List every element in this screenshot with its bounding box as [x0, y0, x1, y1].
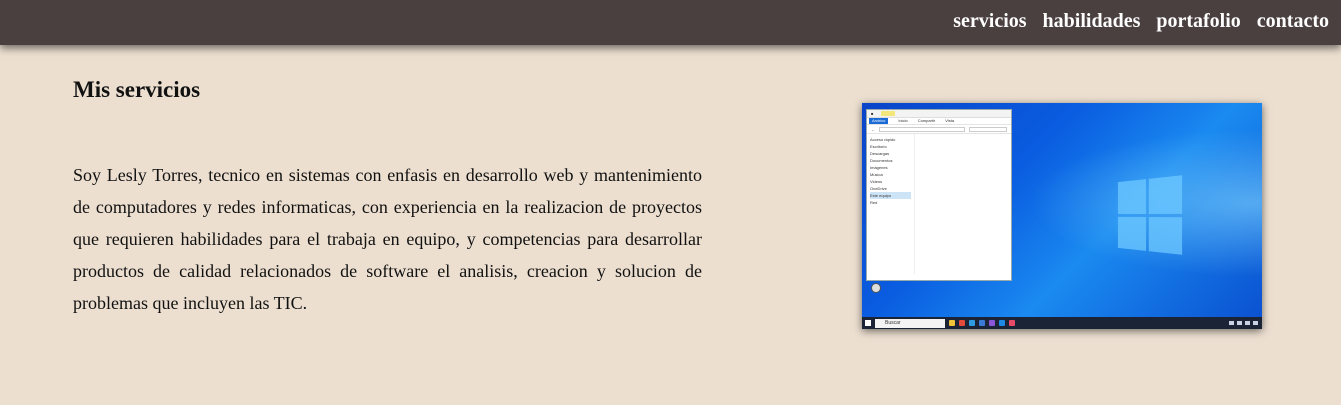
- start-icon: [865, 320, 871, 326]
- pane-item: Imágenes: [870, 165, 888, 170]
- pane-item: Escritorio: [870, 144, 887, 149]
- windows-logo-icon: [1117, 175, 1183, 255]
- pane-item: Este equipo: [870, 192, 911, 199]
- vscode-icon: [999, 320, 1005, 326]
- ribbon-tab-home: Inicio: [898, 118, 908, 123]
- main-nav: servicios habilidades portafolio contact…: [953, 9, 1329, 33]
- chrome-icon: [959, 320, 965, 326]
- nav-link-portafolio[interactable]: portafolio: [1156, 9, 1240, 33]
- back-arrow-icon: ←: [871, 126, 875, 132]
- top-navbar: servicios habilidades portafolio contact…: [0, 0, 1341, 45]
- nav-link-habilidades[interactable]: habilidades: [1043, 9, 1141, 33]
- explorer-search-box: [969, 126, 1007, 132]
- explorer-address-bar: ←: [867, 125, 1011, 134]
- store-icon: [979, 320, 985, 326]
- explorer-ribbon: Archivo Inicio Compartir Vista: [867, 118, 1011, 125]
- pane-item: Música: [870, 172, 883, 177]
- pane-item: Descargas: [870, 151, 890, 156]
- windows-taskbar: Buscar: [862, 317, 1262, 329]
- services-description: Soy Lesly Torres, tecnico en sistemas co…: [73, 165, 702, 313]
- nav-link-contacto[interactable]: contacto: [1257, 9, 1329, 33]
- ribbon-tab-share: Compartir: [917, 118, 936, 123]
- system-tray: [1229, 321, 1258, 325]
- pane-item: OneDrive: [870, 186, 887, 191]
- explorer-body: Acceso rápido Escritorio Descargas Docum…: [867, 134, 1011, 274]
- section-title: Mis servicios: [73, 77, 201, 102]
- pane-item: Documentos: [870, 158, 893, 163]
- app-icon: [1009, 320, 1015, 326]
- folder-icon: [949, 320, 955, 326]
- edge-icon: [969, 320, 975, 326]
- ribbon-tab-file: Archivo: [869, 118, 889, 124]
- file-explorer-window: ■ Archivo Inicio Compartir Vista ← Acces…: [866, 109, 1012, 281]
- pane-item: Acceso rápido: [870, 137, 896, 142]
- recycle-bin-icon: [871, 283, 881, 293]
- windows-desktop-screenshot: ■ Archivo Inicio Compartir Vista ← Acces…: [862, 103, 1262, 329]
- nav-link-servicios[interactable]: servicios: [953, 9, 1026, 33]
- explorer-content: [915, 134, 1011, 274]
- pane-item: Videos: [870, 179, 883, 184]
- ribbon-tab-view: Vista: [945, 118, 955, 123]
- explorer-nav-pane: Acceso rápido Escritorio Descargas Docum…: [867, 134, 915, 274]
- app-icon: [989, 320, 995, 326]
- pane-item: Red: [870, 200, 878, 205]
- explorer-titlebar: ■: [867, 110, 1011, 118]
- taskbar-search: Buscar: [875, 318, 945, 328]
